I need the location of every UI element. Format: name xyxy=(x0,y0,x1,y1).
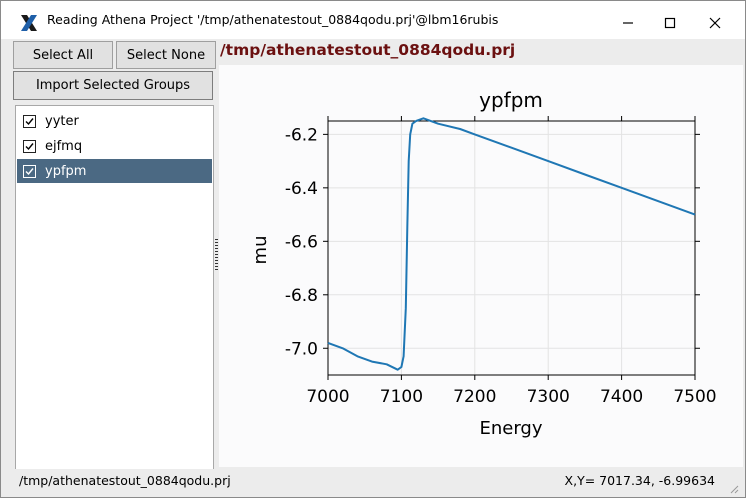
project-file-header: /tmp/athenatestout_0884qodu.prj xyxy=(220,41,516,59)
import-dialog-window: Reading Athena Project '/tmp/athenatesto… xyxy=(0,0,746,498)
group-item-ypfpm[interactable]: ypfpm xyxy=(17,159,212,183)
group-label: ejfmq xyxy=(45,138,83,154)
maximize-icon xyxy=(664,17,676,29)
status-file-path: /tmp/athenatestout_0884qodu.prj xyxy=(19,473,231,488)
checkmark-icon xyxy=(25,142,34,150)
x-tick-label: 7300 xyxy=(527,387,570,407)
y-tick-label: -6.2 xyxy=(285,125,318,145)
status-bar: /tmp/athenatestout_0884qodu.prj X,Y= 701… xyxy=(1,469,745,497)
group-label: ypfpm xyxy=(45,163,87,179)
status-cursor-coordinates: X,Y= 7017.34, -6.99634 xyxy=(564,473,715,488)
y-tick-label: -6.4 xyxy=(285,179,318,199)
y-tick-label: -6.6 xyxy=(285,232,318,252)
group-checkbox-ypfpm[interactable] xyxy=(23,164,36,178)
minimize-icon xyxy=(623,22,633,24)
plot-area[interactable]: 7000 7100 7200 7300 7400 7500 -6.2 -6.4 -6.6 -6.8… xyxy=(219,65,743,467)
checkmark-icon xyxy=(25,117,34,125)
minimize-button[interactable] xyxy=(612,9,644,37)
x-tick-label: 7000 xyxy=(306,387,349,407)
maximize-button[interactable] xyxy=(654,9,686,37)
select-all-button[interactable]: Select All xyxy=(13,41,113,69)
group-list[interactable]: yyter ejfmq ypfpm xyxy=(15,105,214,470)
y-axis-label: mu xyxy=(250,236,271,265)
x-tick-label: 7100 xyxy=(380,387,423,407)
group-item-yyter[interactable]: yyter xyxy=(17,109,212,133)
window-title: Reading Athena Project '/tmp/athenatesto… xyxy=(47,12,499,27)
x-axis-label: Energy xyxy=(479,418,542,439)
app-x-icon xyxy=(21,15,37,31)
series-line-ypfpm xyxy=(327,117,696,371)
x-tick-label: 7200 xyxy=(453,387,496,407)
group-item-ejfmq[interactable]: ejfmq xyxy=(17,134,212,158)
y-tick-label: -6.8 xyxy=(285,286,318,306)
checkmark-icon xyxy=(25,167,34,175)
mu-energy-plot[interactable]: 7000 7100 7200 7300 7400 7500 -6.2 -6.4 -6.6 -6.8… xyxy=(219,65,743,467)
title-bar: Reading Athena Project '/tmp/athenatesto… xyxy=(1,1,745,39)
group-checkbox-yyter[interactable] xyxy=(23,114,36,128)
x-tick-label: 7500 xyxy=(673,387,716,407)
group-label: yyter xyxy=(45,113,79,129)
group-selection-panel: Select All Select None Import Selected G… xyxy=(1,39,217,470)
group-checkbox-ejfmq[interactable] xyxy=(23,139,36,153)
y-tick-label: -7.0 xyxy=(285,339,318,359)
x-tick-label: 7400 xyxy=(600,387,643,407)
plot-frame xyxy=(327,120,696,376)
import-selected-groups-button[interactable]: Import Selected Groups xyxy=(13,71,213,100)
plot-title: ypfpm xyxy=(479,88,543,112)
select-none-button[interactable]: Select None xyxy=(116,41,216,69)
panel-splitter-handle[interactable] xyxy=(215,239,218,271)
resize-grip-icon[interactable] xyxy=(729,484,739,494)
close-button[interactable] xyxy=(699,9,731,37)
close-icon xyxy=(709,17,721,29)
